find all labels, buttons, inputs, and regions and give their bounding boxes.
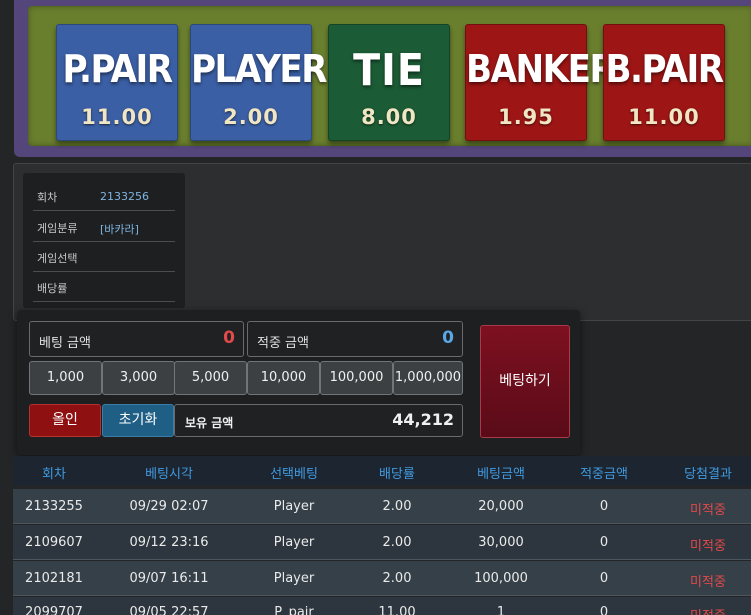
bet-board: P.PAIR 11.00 PLAYER 2.00 TIE 8.00 BANKER… [28,6,751,146]
column-header: 회차 [42,467,66,482]
bet-option-name: BANKER [466,47,616,91]
history-cell-odds: 2.00 [382,571,412,586]
win-amount-value: 0 [442,328,454,348]
bet-option-player[interactable]: PLAYER 2.00 [190,24,328,141]
history-cell-bet-amount: 30,000 [478,535,524,550]
info-label: 회차 [37,191,58,204]
chip-5000-button[interactable]: 5,000 [174,361,247,395]
info-value: [바카라] [100,223,139,236]
bet-option-name: TIE [353,45,425,96]
chip-100000-button[interactable]: 100,000 [320,361,393,395]
info-row-round: 회차 2133256 [33,180,175,211]
bet-option-p-pair[interactable]: P.PAIR 11.00 [56,24,178,141]
bet-option-odds: 2.00 [223,105,279,129]
history-cell-round: 2102181 [25,571,83,586]
win-amount-label: 적중 금액 [257,336,309,351]
column-header: 베팅시각 [145,467,193,482]
info-label: 배당률 [37,282,68,295]
history-cell-selection: P_pair [274,605,314,615]
balance-display: 보유 금액 44,212 [174,404,463,437]
history-cell-time: 09/29 02:07 [129,499,209,514]
info-row-odds: 배당률 [33,271,175,302]
info-row-game-type: 게임분류 [바카라] [33,211,175,242]
info-label: 게임선택 [37,252,78,265]
history-cell-odds: 11.00 [378,605,416,615]
history-cell-odds: 2.00 [382,535,412,550]
column-header: 배당률 [379,467,415,482]
bet-amount-display: 베팅 금액 0 [29,321,244,357]
win-amount-display: 적중 금액 0 [247,321,463,357]
history-cell-time: 09/12 23:16 [129,535,209,550]
bet-option-banker[interactable]: BANKER 1.95 [465,24,616,141]
info-value: 2133256 [100,190,149,203]
bet-option-odds: 11.00 [628,105,700,129]
bet-option-odds: 1.95 [498,105,554,129]
history-table-header: 회차 베팅시각 선택베팅 배당률 베팅금액 적중금액 당첨결과 [13,456,751,486]
balance-label: 보유 금액 [185,416,234,430]
history-cell-selection: Player [273,535,315,550]
reset-button[interactable]: 초기화 [102,404,174,437]
bet-option-name: P.PAIR [62,47,173,91]
history-cell-win-amount: 0 [599,535,609,550]
bet-option-tie[interactable]: TIE 8.00 [328,24,450,141]
column-header: 적중금액 [580,467,628,482]
bet-option-name: B.PAIR [605,47,724,91]
history-row: 2099707 09/05 22:57 P_pair 11.00 1 0 미적중 [13,597,751,615]
column-header: 당첨결과 [684,467,732,482]
chip-1000000-button[interactable]: 1,000,000 [393,361,463,395]
round-info-box: 회차 2133256 게임분류 [바카라] 게임선택 배당률 [23,173,185,308]
history-cell-time: 09/05 22:57 [129,605,209,615]
history-cell-round: 2133255 [25,499,83,514]
history-cell-odds: 2.00 [382,499,412,514]
chip-10000-button[interactable]: 10,000 [247,361,320,395]
history-cell-selection: Player [273,571,315,586]
history-cell-bet-amount: 100,000 [474,571,528,586]
history-cell-win-amount: 0 [599,499,609,514]
history-cell-time: 09/07 16:11 [129,571,209,586]
history-row: 2102181 09/07 16:11 Player 2.00 100,000 … [13,561,751,596]
column-header: 선택베팅 [270,467,318,482]
bet-amount-value: 0 [223,328,235,348]
history-row: 2109607 09/12 23:16 Player 2.00 30,000 0… [13,525,751,560]
bet-option-odds: 8.00 [361,105,417,129]
history-cell-bet-amount: 1 [496,605,506,615]
balance-value: 44,212 [392,410,454,429]
bet-option-b-pair[interactable]: B.PAIR 11.00 [603,24,725,141]
all-in-button[interactable]: 올인 [29,404,101,437]
info-row-game-selection: 게임선택 [33,241,175,272]
column-header: 베팅금액 [477,467,525,482]
bet-amount-label: 베팅 금액 [39,336,91,351]
history-cell-bet-amount: 20,000 [478,499,524,514]
history-cell-result: 미적중 [690,575,726,590]
bet-option-name: PLAYER [191,47,328,91]
chip-3000-button[interactable]: 3,000 [102,361,175,395]
bet-option-odds: 11.00 [81,105,153,129]
chip-1000-button[interactable]: 1,000 [29,361,102,395]
history-cell-round: 2099707 [25,605,83,615]
history-cell-result: 미적중 [690,539,726,554]
history-cell-result: 미적중 [690,605,726,615]
history-cell-selection: Player [273,499,315,514]
history-cell-win-amount: 0 [599,571,609,586]
history-cell-result: 미적중 [690,503,726,518]
history-cell-win-amount: 0 [599,605,609,615]
history-cell-round: 2109607 [25,535,83,550]
info-label: 게임분류 [37,222,78,235]
place-bet-button[interactable]: 베팅하기 [480,325,570,438]
history-row: 2133255 09/29 02:07 Player 2.00 20,000 0… [13,489,751,524]
